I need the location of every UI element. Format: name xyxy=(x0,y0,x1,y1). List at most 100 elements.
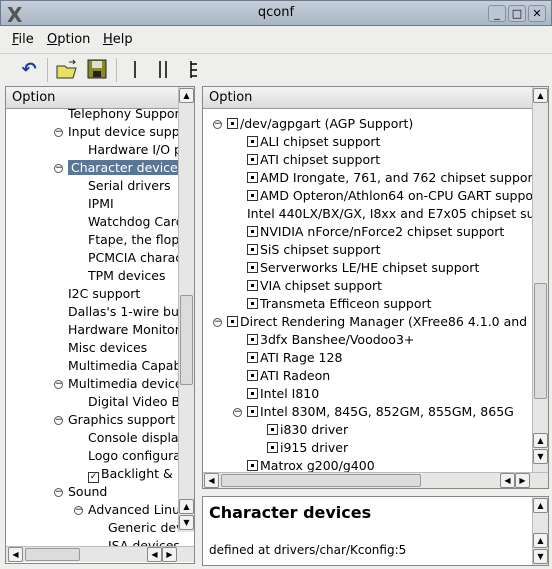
tree-item[interactable]: Multimedia Capabilities Port drivers xyxy=(68,357,194,375)
tree-item[interactable]: NVIDIA nForce/nForce2 chipset support xyxy=(247,223,504,241)
collapse-toggle-icon[interactable]: − xyxy=(74,506,83,515)
horizontal-scrollbar[interactable]: ◀ ◀ ▶ xyxy=(203,472,548,488)
collapse-toggle-icon[interactable]: − xyxy=(54,416,63,425)
checkbox[interactable] xyxy=(247,460,258,471)
scroll-up-button[interactable]: ▲ xyxy=(533,433,548,448)
horizontal-scrollbar[interactable]: ◀ ◀ ▶ xyxy=(6,546,194,562)
tree-item[interactable]: TPM devices xyxy=(88,267,166,285)
checkbox[interactable] xyxy=(247,406,258,417)
scroll-left-button[interactable]: ◀ xyxy=(147,547,162,562)
scroll-up-button[interactable]: ▲ xyxy=(533,533,548,548)
tree-item[interactable]: Telephony Support xyxy=(68,105,185,123)
collapse-toggle-icon[interactable]: − xyxy=(54,380,63,389)
scroll-thumb[interactable] xyxy=(25,548,80,561)
scroll-left-button[interactable]: ◀ xyxy=(500,473,515,488)
full-view-icon[interactable] xyxy=(180,58,206,82)
tree-item[interactable]: Input device support xyxy=(68,123,194,141)
tree-item[interactable]: Hardware Monitoring support xyxy=(68,321,194,339)
tree-item[interactable]: 3dfx Banshee/Voodoo3+ xyxy=(247,331,414,349)
checkbox[interactable] xyxy=(267,424,278,435)
checkbox[interactable] xyxy=(247,370,258,381)
scroll-thumb[interactable] xyxy=(534,283,547,399)
checkbox[interactable] xyxy=(247,190,258,201)
collapse-toggle-icon[interactable]: − xyxy=(213,120,222,129)
scroll-down-button[interactable]: ▼ xyxy=(533,549,548,564)
menu-file[interactable]: File xyxy=(12,32,34,47)
tree-item[interactable]: Intel I810 xyxy=(247,385,319,403)
scroll-left-button[interactable]: ◀ xyxy=(8,547,23,562)
tree-item[interactable]: Intel 440LX/BX/GX, I8xx and E7x05 chipse… xyxy=(247,205,548,223)
tree-item[interactable]: Misc devices xyxy=(68,339,147,357)
collapse-toggle-icon[interactable]: − xyxy=(213,318,222,327)
vertical-scrollbar[interactable]: ▲ ▲ ▼ xyxy=(532,497,548,565)
scroll-up-button[interactable]: ▲ xyxy=(533,498,548,513)
single-view-icon[interactable] xyxy=(122,58,148,82)
tree-item[interactable]: ATI Rage 128 xyxy=(247,349,342,367)
scroll-up-button[interactable]: ▲ xyxy=(179,499,194,514)
vertical-scrollbar[interactable]: ▲ ▲ ▼ xyxy=(178,87,194,532)
checkbox[interactable] xyxy=(247,172,258,183)
tree-item[interactable]: SiS chipset support xyxy=(247,241,381,259)
collapse-toggle-icon[interactable]: − xyxy=(233,408,242,417)
checkbox[interactable] xyxy=(247,280,258,291)
scroll-right-button[interactable]: ▶ xyxy=(515,473,530,488)
tree-item[interactable]: Multimedia devices xyxy=(68,375,189,393)
tree-item[interactable]: Direct Rendering Manager (XFree86 4.1.0 … xyxy=(227,313,548,331)
tree-item[interactable]: VIA chipset support xyxy=(247,277,382,295)
open-folder-icon[interactable] xyxy=(54,58,80,82)
checkbox[interactable] xyxy=(247,352,258,363)
tree-item[interactable]: AMD Irongate, 761, and 762 chipset suppo… xyxy=(247,169,538,187)
collapse-toggle-icon[interactable]: − xyxy=(54,488,63,497)
checkbox[interactable] xyxy=(247,154,258,165)
tree-item[interactable]: Transmeta Efficeon support xyxy=(247,295,432,313)
tree-item[interactable]: AMD Opteron/Athlon64 on-CPU GART support xyxy=(247,187,543,205)
scroll-thumb[interactable] xyxy=(180,295,193,385)
checkbox[interactable] xyxy=(247,136,258,147)
checkbox[interactable] xyxy=(267,442,278,453)
scroll-up-button[interactable]: ▲ xyxy=(533,88,548,103)
column-header-option[interactable]: Option xyxy=(203,87,532,109)
collapse-toggle-icon[interactable]: − xyxy=(54,164,63,173)
tree-item[interactable]: Serial drivers xyxy=(88,177,171,195)
collapse-toggle-icon[interactable]: − xyxy=(54,128,63,137)
menu-option[interactable]: Option xyxy=(47,32,90,47)
scroll-down-button[interactable]: ▼ xyxy=(179,515,194,530)
checkbox[interactable] xyxy=(247,388,258,399)
maximize-button[interactable]: □ xyxy=(508,5,526,22)
tree-item[interactable]: ATI Radeon xyxy=(247,367,330,385)
vertical-scrollbar[interactable]: ▲ ▲ ▼ xyxy=(532,87,548,472)
checkbox[interactable] xyxy=(247,298,258,309)
scroll-thumb[interactable] xyxy=(221,474,421,487)
tree-item[interactable]: Character devices xyxy=(68,159,188,177)
checkbox[interactable] xyxy=(247,226,258,237)
checkbox[interactable] xyxy=(247,262,258,273)
scroll-down-button[interactable]: ▼ xyxy=(533,449,548,464)
menu-help[interactable]: Help xyxy=(103,32,133,47)
tree-item[interactable]: Watchdog Cards xyxy=(88,213,190,231)
checkbox[interactable] xyxy=(227,316,238,327)
scroll-right-button[interactable]: ▶ xyxy=(162,547,177,562)
checkbox[interactable] xyxy=(247,334,258,345)
tree-item[interactable]: Serverworks LE/HE chipset support xyxy=(247,259,479,277)
checkbox[interactable]: ✓ xyxy=(88,472,99,483)
tree-item[interactable]: Sound xyxy=(68,483,107,501)
checkbox[interactable] xyxy=(227,118,238,129)
checkbox[interactable] xyxy=(247,244,258,255)
tree-item[interactable]: Graphics support xyxy=(68,411,175,429)
tree-item[interactable]: Intel 830M, 845G, 852GM, 855GM, 865G xyxy=(247,403,514,421)
tree-item[interactable]: ALI chipset support xyxy=(247,133,380,151)
tree-item[interactable]: IPMI xyxy=(88,195,114,213)
tree-item[interactable]: i915 driver xyxy=(267,439,348,457)
minimize-button[interactable]: _ xyxy=(488,5,506,22)
save-icon[interactable] xyxy=(84,58,110,82)
undo-icon[interactable]: ↶ xyxy=(16,58,42,82)
tree-item[interactable]: ATI chipset support xyxy=(247,151,380,169)
scroll-up-button[interactable]: ▲ xyxy=(179,88,194,103)
tree-item[interactable]: I2C support xyxy=(68,285,140,303)
split-view-icon[interactable] xyxy=(150,58,176,82)
close-button[interactable]: ✕ xyxy=(528,5,546,22)
tree-item[interactable]: /dev/agpgart (AGP Support) xyxy=(227,115,413,133)
tree-item[interactable]: i830 driver xyxy=(267,421,348,439)
scroll-left-button[interactable]: ◀ xyxy=(204,473,219,488)
tree-item[interactable]: Dallas's 1-wire bus xyxy=(68,303,185,321)
